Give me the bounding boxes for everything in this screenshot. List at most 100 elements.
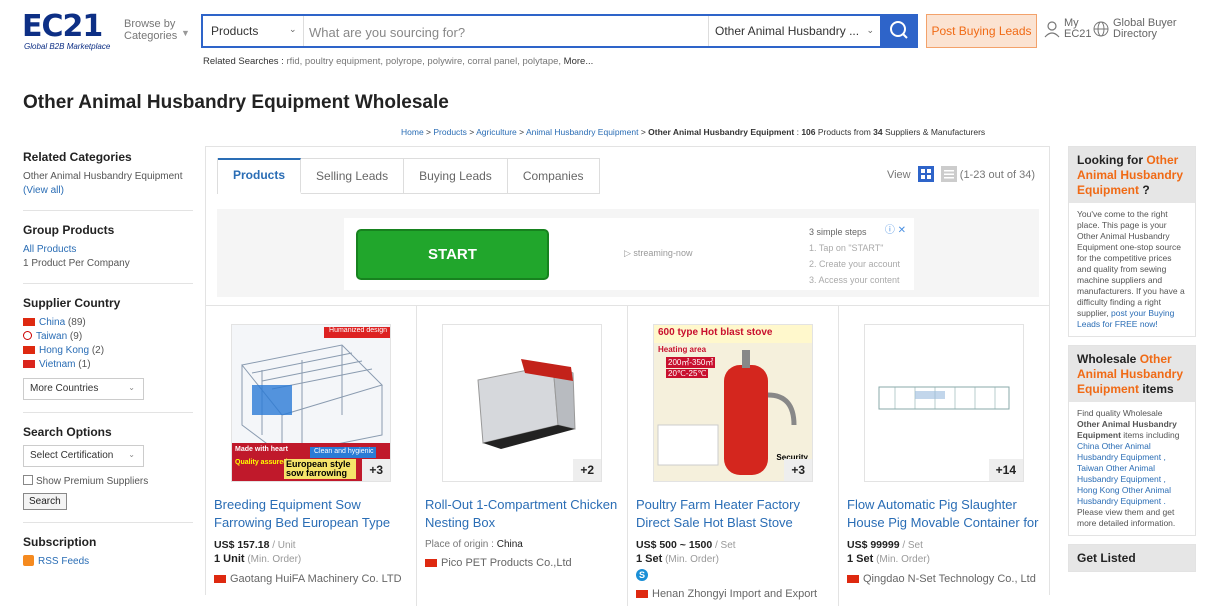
premium-suppliers-checkbox[interactable]: Show Premium Suppliers — [23, 475, 193, 487]
product-image[interactable]: +14 — [864, 324, 1024, 482]
product-moq: 1 Unit (Min. Order) — [214, 553, 301, 565]
title-part: items — [1139, 382, 1174, 396]
image-caption: Quality assured — [235, 459, 288, 466]
sidebar-search-button[interactable]: Search — [23, 493, 67, 510]
image-caption: 20℃-25℃ — [666, 369, 709, 378]
country-name[interactable]: Taiwan — [36, 331, 67, 342]
more-countries-select[interactable]: More Countries ⌄ — [23, 378, 144, 400]
country-item-taiwan[interactable]: Taiwan (9) — [23, 330, 193, 344]
chevron-down-icon: ⌄ — [866, 25, 874, 35]
product-image[interactable]: Humanized design Made with heart Clean a… — [231, 324, 391, 482]
country-item-china[interactable]: China (89) — [23, 316, 193, 330]
certification-select[interactable]: Select Certification ⌄ — [23, 445, 144, 467]
ad-close-icon[interactable]: ⓘ ✕ — [885, 221, 906, 236]
image-caption: 600 type Hot blast stove — [658, 327, 773, 338]
hong-kong-flag-icon — [23, 346, 35, 354]
breadcrumb-agriculture[interactable]: Agriculture — [476, 127, 517, 137]
all-products-link[interactable]: All Products — [23, 244, 76, 255]
country-count: (1) — [78, 359, 91, 370]
country-item-hong-kong[interactable]: Hong Kong (2) — [23, 344, 193, 358]
product-card[interactable]: Humanized design Made with heart Clean a… — [206, 306, 417, 606]
wholesale-text: Find quality Wholesale Other Animal Husb… — [1069, 402, 1195, 535]
origin-label: Place of origin : — [425, 539, 497, 550]
browse-categories[interactable]: Browse by Categories ▼ — [124, 18, 190, 42]
get-listed-title: Get Listed — [1069, 545, 1195, 571]
supplier-name[interactable]: Pico PET Products Co.,Ltd — [425, 557, 572, 569]
view-label: View — [886, 169, 911, 181]
product-card[interactable]: +2 Roll-Out 1-Compartment Chicken Nestin… — [417, 306, 628, 606]
product-grid: Humanized design Made with heart Clean a… — [206, 305, 1049, 606]
checkbox-icon[interactable] — [23, 475, 33, 485]
tab-companies[interactable]: Companies — [508, 159, 599, 193]
product-title[interactable]: Roll-Out 1-Compartment Chicken Nesting B… — [425, 496, 625, 532]
more-countries-value: More Countries — [30, 383, 99, 394]
product-title[interactable]: Poultry Farm Heater Factory Direct Sale … — [636, 496, 836, 532]
supplier-name[interactable]: Gaotang HuiFA Machinery Co. LTD — [214, 573, 402, 585]
price-value: US$ 99999 — [847, 539, 900, 551]
ad-content[interactable]: START ▷ streaming-now 3 simple steps 1. … — [344, 218, 914, 290]
ad-step-1: 1. Tap on "START" — [809, 243, 884, 253]
my-ec21-link[interactable]: My EC21 — [1044, 18, 1092, 40]
related-more-link[interactable]: More... — [564, 56, 594, 67]
breadcrumb-products[interactable]: Products — [433, 127, 467, 137]
product-price: US$ 99999 / Set — [847, 539, 923, 551]
rss-feeds-link[interactable]: RSS Feeds — [38, 556, 89, 567]
product-image[interactable]: 600 type Hot blast stove Heating area 20… — [653, 324, 813, 482]
ec21-logo[interactable]: EC21 Global B2B Marketplace — [22, 9, 117, 52]
looking-for-title: Looking for Other Animal Husbandry Equip… — [1069, 147, 1195, 203]
grid-view-icon[interactable] — [917, 166, 934, 182]
china-flag-icon — [847, 575, 859, 583]
per-company-link[interactable]: 1 Product Per Company — [23, 257, 193, 271]
breadcrumb-animal-husbandry[interactable]: Animal Husbandry Equipment — [526, 127, 638, 137]
wholesale-links[interactable]: China Other Animal Husbandry Equipment ,… — [1077, 441, 1171, 506]
breadcrumb-home[interactable]: Home — [401, 127, 424, 137]
country-item-vietnam[interactable]: Vietnam (1) — [23, 358, 193, 372]
title-part: ? — [1139, 183, 1150, 197]
product-moq: 1 Set (Min. Order) — [847, 553, 930, 565]
moq-note: (Min. Order) — [662, 554, 719, 565]
country-name[interactable]: Vietnam — [39, 359, 76, 370]
supplier-text: Qingdao N-Set Technology Co., Ltd — [863, 573, 1036, 585]
group-products-title: Group Products — [23, 223, 115, 237]
search-input[interactable] — [309, 22, 689, 42]
china-flag-icon — [425, 559, 437, 567]
view-all-link[interactable]: (View all) — [23, 185, 64, 196]
image-count-badge: +14 — [988, 459, 1023, 481]
search-filter-select[interactable]: Other Animal Husbandry ... ⌄ — [708, 16, 880, 46]
logo-text: EC21 — [22, 9, 103, 44]
country-name[interactable]: Hong Kong — [39, 345, 89, 356]
page-title: Other Animal Husbandry Equipment Wholesa… — [23, 92, 449, 113]
post-buying-leads-button[interactable]: Post Buying Leads — [926, 14, 1037, 48]
country-name[interactable]: China — [39, 317, 65, 328]
product-card[interactable]: 600 type Hot blast stove Heating area 20… — [628, 306, 839, 606]
price-unit: / Unit — [269, 540, 296, 551]
chevron-down-icon: ⌄ — [128, 450, 135, 459]
ad-start-button[interactable]: START — [356, 229, 549, 280]
product-title[interactable]: Breeding Equipment Sow Farrowing Bed Eur… — [214, 496, 414, 532]
skype-icon[interactable]: S — [636, 569, 648, 581]
supplier-country: Supplier Country China (89) Taiwan (9) H… — [23, 296, 193, 413]
moq-value: 1 Unit — [214, 553, 245, 565]
ad-streaming: ▷ streaming-now — [624, 248, 693, 258]
related-category-name[interactable]: Other Animal Husbandry Equipment — [23, 171, 183, 182]
moq-value: 1 Set — [636, 553, 663, 565]
tab-buying-leads[interactable]: Buying Leads — [404, 159, 508, 193]
moq-value: 1 Set — [847, 553, 874, 565]
related-searches-terms[interactable]: rfid, poultry equipment, polyrope, polyw… — [286, 56, 561, 67]
wholesale-title: Wholesale Other Animal Husbandry Equipme… — [1069, 346, 1195, 402]
search-button[interactable] — [880, 14, 918, 48]
product-card[interactable]: +14 Flow Automatic Pig Slaughter House P… — [839, 306, 1050, 606]
supplier-name[interactable]: Henan Zhongyi Import and Export — [636, 588, 817, 600]
global-buyer-directory-link[interactable]: Global Buyer Directory — [1093, 18, 1177, 40]
supplier-name[interactable]: Qingdao N-Set Technology Co., Ltd — [847, 573, 1036, 585]
tab-selling-leads[interactable]: Selling Leads — [301, 159, 405, 193]
header: EC21 Global B2B Marketplace Browse by Ca… — [0, 0, 1206, 74]
search-category-select[interactable]: Products ⌄ — [211, 24, 297, 38]
rss-icon — [23, 555, 34, 566]
premium-suppliers-label: Show Premium Suppliers — [36, 476, 149, 487]
list-view-icon[interactable] — [940, 166, 957, 182]
product-image[interactable]: +2 — [442, 324, 602, 482]
product-title[interactable]: Flow Automatic Pig Slaughter House Pig M… — [847, 496, 1047, 532]
tab-products[interactable]: Products — [218, 158, 302, 194]
country-count: (9) — [69, 331, 83, 342]
